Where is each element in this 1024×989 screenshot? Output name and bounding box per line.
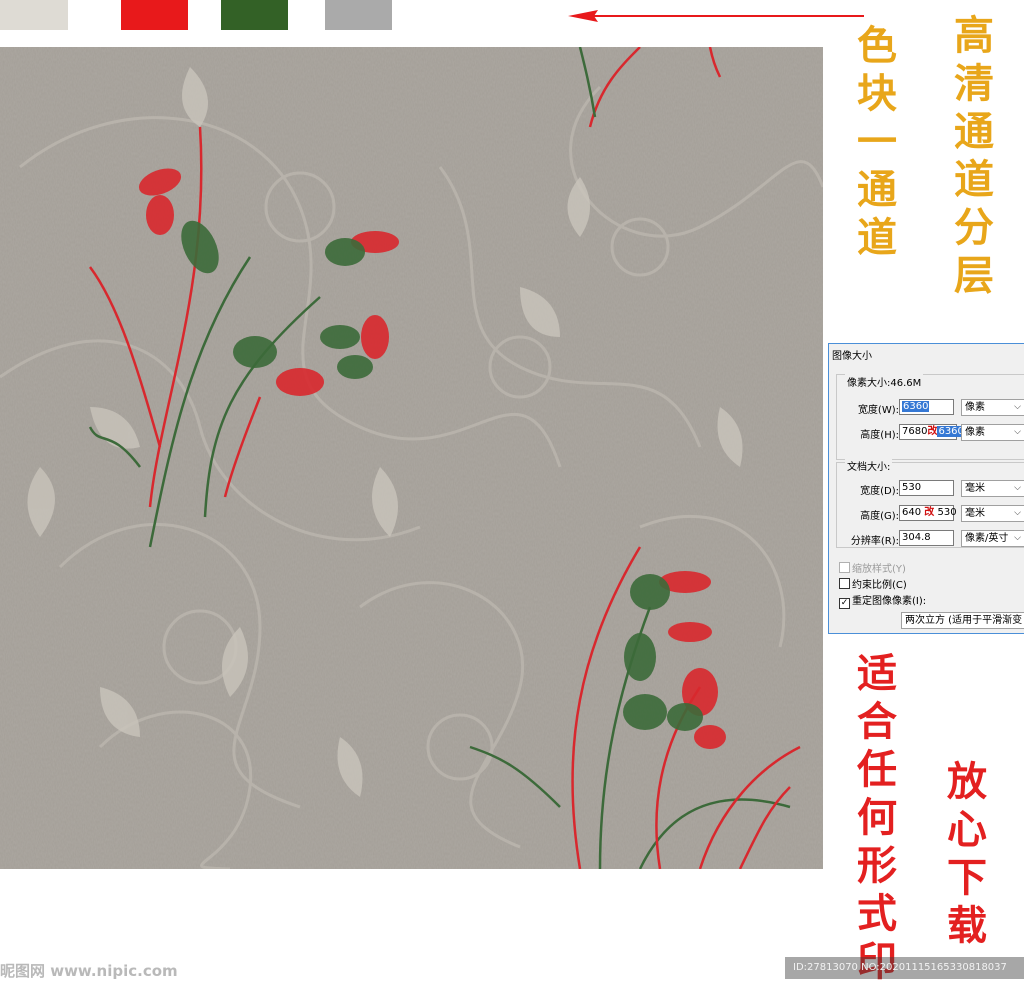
resample-method-select[interactable]: 两次立方 (适用于平滑渐变: [901, 612, 1024, 629]
height-change-mark: 改: [927, 426, 938, 437]
swatch-beige: [0, 0, 68, 30]
swatch-gray: [325, 0, 392, 30]
swatch-green: [221, 0, 288, 30]
doc-width-value: 530: [902, 482, 922, 493]
left-arrow-icon: [568, 10, 864, 22]
chevron-down-icon: ⌵: [1014, 508, 1021, 518]
height-unit-select[interactable]: 像素 ⌵: [961, 424, 1024, 441]
scale-styles-label: 缩放样式(Y): [852, 564, 906, 575]
chevron-down-icon: ⌵: [1014, 533, 1021, 543]
wallpaper-pattern: [0, 47, 823, 869]
checkbox-empty-icon: [839, 578, 850, 589]
watermark: 昵图网 www.nipic.com: [0, 962, 178, 980]
height-old-value: 7680: [902, 426, 928, 437]
doc-height-unit-select[interactable]: 毫米 ⌵: [961, 505, 1024, 522]
doc-height-input[interactable]: 640 改 530: [899, 505, 957, 521]
doc-height-change-mark: 改: [924, 507, 935, 518]
label-hd-channel-layers: 高 清 通 道 分 层: [954, 12, 994, 299]
doc-height-label: 高度(G):: [860, 511, 899, 522]
image-size-dialog: 图像大小 像素大小:46.6M 宽度(W): 6360 像素 ⌵ 高度(H): 7…: [828, 343, 1024, 634]
resolution-unit: 像素/英寸: [965, 533, 1009, 544]
width-unit-select[interactable]: 像素 ⌵: [961, 399, 1024, 416]
width-unit: 像素: [965, 402, 985, 413]
checkbox-empty-icon: [839, 562, 850, 573]
doc-height-value: 530: [937, 507, 957, 518]
doc-height-unit: 毫米: [965, 508, 985, 519]
doc-width-input[interactable]: 530: [899, 480, 954, 496]
resample-label: 重定图像像素(I):: [852, 596, 927, 607]
resolution-input[interactable]: 304.8: [899, 530, 954, 546]
doc-width-unit-select[interactable]: 毫米 ⌵: [961, 480, 1024, 497]
doc-width-label: 宽度(D):: [860, 486, 899, 497]
chevron-down-icon: ⌵: [1014, 483, 1021, 493]
width-value: 6360: [902, 401, 930, 412]
doc-size-label: 文档大小:: [845, 458, 893, 473]
checkbox-checked-icon: ✓: [839, 598, 850, 609]
constrain-proportions-checkbox[interactable]: 约束比例(C): [839, 576, 907, 591]
resolution-label: 分辨率(R):: [850, 536, 899, 547]
resolution-unit-select[interactable]: 像素/英寸 ⌵: [961, 530, 1024, 547]
label-download-safely: 放 心 下 载: [947, 758, 987, 949]
doc-height-old-value: 640: [902, 507, 922, 518]
scale-styles-checkbox[interactable]: 缩放样式(Y): [839, 560, 906, 575]
doc-width-unit: 毫米: [965, 483, 985, 494]
height-input[interactable]: 7680改6360: [899, 424, 965, 440]
label-suitable-for-any-print: 适 合 任 何 形 式 印: [857, 650, 897, 985]
pixel-size-label: 像素大小:46.6M: [845, 374, 924, 389]
chevron-down-icon: ⌵: [1014, 427, 1021, 437]
width-input[interactable]: 6360: [899, 399, 954, 415]
width-label: 宽度(W):: [857, 405, 899, 416]
label-one-swatch-one-channel: 一 色 块 一 通 道: [857, 0, 897, 261]
chevron-down-icon: ⌵: [1014, 402, 1021, 412]
dialog-title: 图像大小: [832, 351, 872, 362]
height-label: 高度(H):: [860, 430, 899, 441]
swatch-red: [121, 0, 188, 30]
constrain-label: 约束比例(C): [852, 580, 907, 591]
resolution-value: 304.8: [902, 532, 931, 543]
height-unit: 像素: [965, 427, 985, 438]
image-id-bar: ID:27813070 NO:20201115165330818037: [785, 957, 1024, 979]
resample-checkbox[interactable]: ✓ 重定图像像素(I):: [839, 592, 926, 609]
